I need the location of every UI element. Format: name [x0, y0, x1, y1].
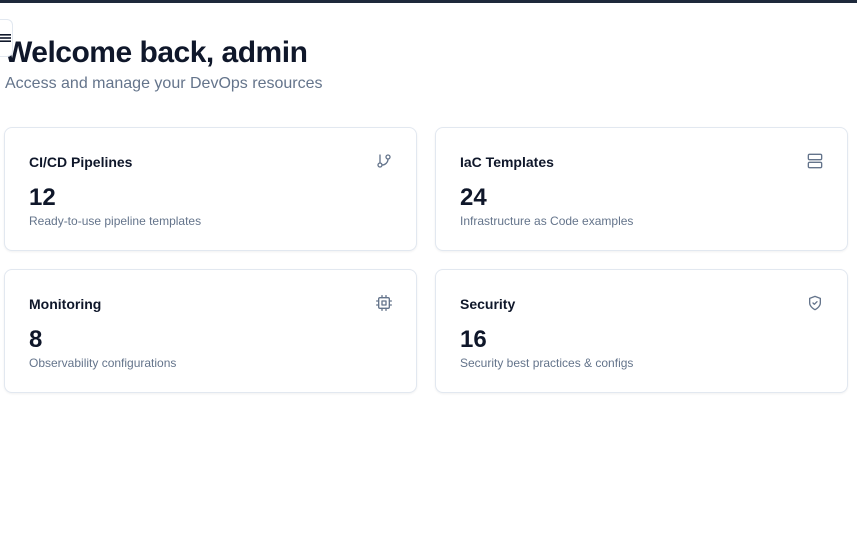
- page-subtitle: Access and manage your DevOps resources: [5, 75, 323, 92]
- card-description: Infrastructure as Code examples: [460, 214, 634, 228]
- top-bar: [0, 0, 857, 3]
- card-value: 8: [29, 326, 43, 353]
- card-description: Observability configurations: [29, 356, 177, 370]
- card-title: IaC Templates: [460, 154, 554, 170]
- card-cicd-pipelines[interactable]: CI/CD Pipelines 12 Ready-to-use pipeline…: [4, 127, 417, 251]
- git-branch-icon: [377, 154, 391, 168]
- card-title: Monitoring: [29, 296, 102, 312]
- card-description: Security best practices & configs: [460, 356, 634, 370]
- card-description: Ready-to-use pipeline templates: [29, 214, 202, 228]
- card-monitoring[interactable]: Monitoring 8 Observability configuration…: [4, 269, 417, 393]
- card-title: Security: [460, 296, 516, 312]
- card-value: 24: [460, 184, 487, 211]
- card-security[interactable]: Security 16 Security best practices & co…: [435, 269, 848, 393]
- card-title: CI/CD Pipelines: [29, 154, 133, 170]
- cpu-icon: [376, 295, 392, 311]
- page-title: Welcome back, admin: [4, 36, 308, 69]
- sidebar-toggle-button[interactable]: [0, 19, 13, 57]
- server-icon: [807, 153, 823, 169]
- menu-icon: [0, 34, 11, 42]
- card-value: 16: [460, 326, 487, 353]
- card-value: 12: [29, 184, 56, 211]
- card-iac-templates[interactable]: IaC Templates 24 Infrastructure as Code …: [435, 127, 848, 251]
- shield-check-icon: [809, 295, 821, 311]
